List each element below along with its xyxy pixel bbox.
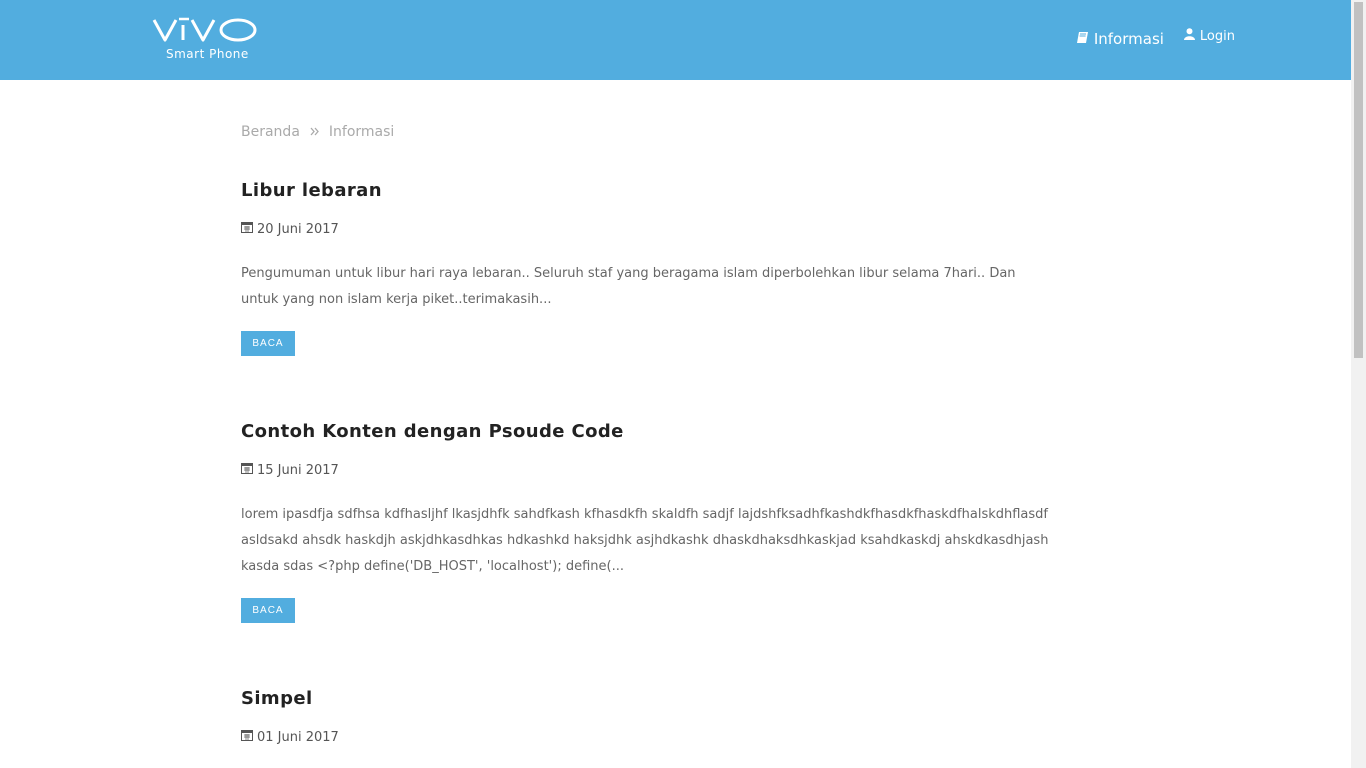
vertical-scrollbar[interactable] bbox=[1351, 0, 1366, 768]
post-date-text: 20 Juni 2017 bbox=[257, 221, 339, 237]
post-date-text: 01 Juni 2017 bbox=[257, 729, 339, 745]
nav-informasi-label: Informasi bbox=[1093, 30, 1164, 48]
double-chevron-right-icon bbox=[310, 125, 319, 139]
brand-logo[interactable]: Smart Phone bbox=[152, 14, 262, 64]
post-title[interactable]: Libur lebaran bbox=[241, 180, 1061, 201]
calendar-icon bbox=[241, 462, 253, 478]
breadcrumb-item-informasi: Informasi bbox=[328, 124, 395, 140]
logo-tagline: Smart Phone bbox=[166, 47, 249, 61]
user-icon bbox=[1183, 28, 1195, 44]
post-excerpt: lorem ipasdfja sdfhsa kdfhasljhf lkasjdh… bbox=[241, 507, 1049, 574]
read-more-button[interactable]: BACA bbox=[241, 598, 295, 623]
calendar-icon bbox=[241, 729, 253, 745]
nav-login-link[interactable]: Login bbox=[1183, 28, 1235, 44]
scrollbar-thumb[interactable] bbox=[1354, 2, 1363, 358]
post-date: 15 Juni 2017 bbox=[241, 462, 1061, 478]
post-excerpt: Pengumuman untuk libur hari raya lebaran… bbox=[241, 266, 1016, 307]
post-item: Contoh Konten dengan Psoude Code 15 Juni… bbox=[241, 421, 1061, 623]
book-icon bbox=[1076, 30, 1089, 48]
post-date-text: 15 Juni 2017 bbox=[257, 462, 339, 478]
post-item: Simpel 01 Juni 2017 bbox=[241, 688, 1061, 745]
breadcrumb: Beranda Informasi bbox=[241, 124, 394, 140]
post-title[interactable]: Simpel bbox=[241, 688, 1061, 709]
breadcrumb-item-beranda[interactable]: Beranda bbox=[241, 124, 300, 140]
post-title[interactable]: Contoh Konten dengan Psoude Code bbox=[241, 421, 1061, 442]
read-more-button[interactable]: BACA bbox=[241, 331, 295, 356]
nav-login-label: Login bbox=[1199, 28, 1235, 44]
main-nav: Informasi Login bbox=[1076, 28, 1235, 48]
top-navbar: Smart Phone Informasi Login bbox=[0, 0, 1351, 80]
post-item: Libur lebaran 20 Juni 2017 Pengumuman un… bbox=[241, 180, 1061, 356]
calendar-icon bbox=[241, 221, 253, 237]
vivo-logo-icon bbox=[152, 17, 257, 42]
nav-informasi-link[interactable]: Informasi bbox=[1076, 30, 1164, 48]
post-date: 01 Juni 2017 bbox=[241, 729, 1061, 745]
post-date: 20 Juni 2017 bbox=[241, 221, 1061, 237]
